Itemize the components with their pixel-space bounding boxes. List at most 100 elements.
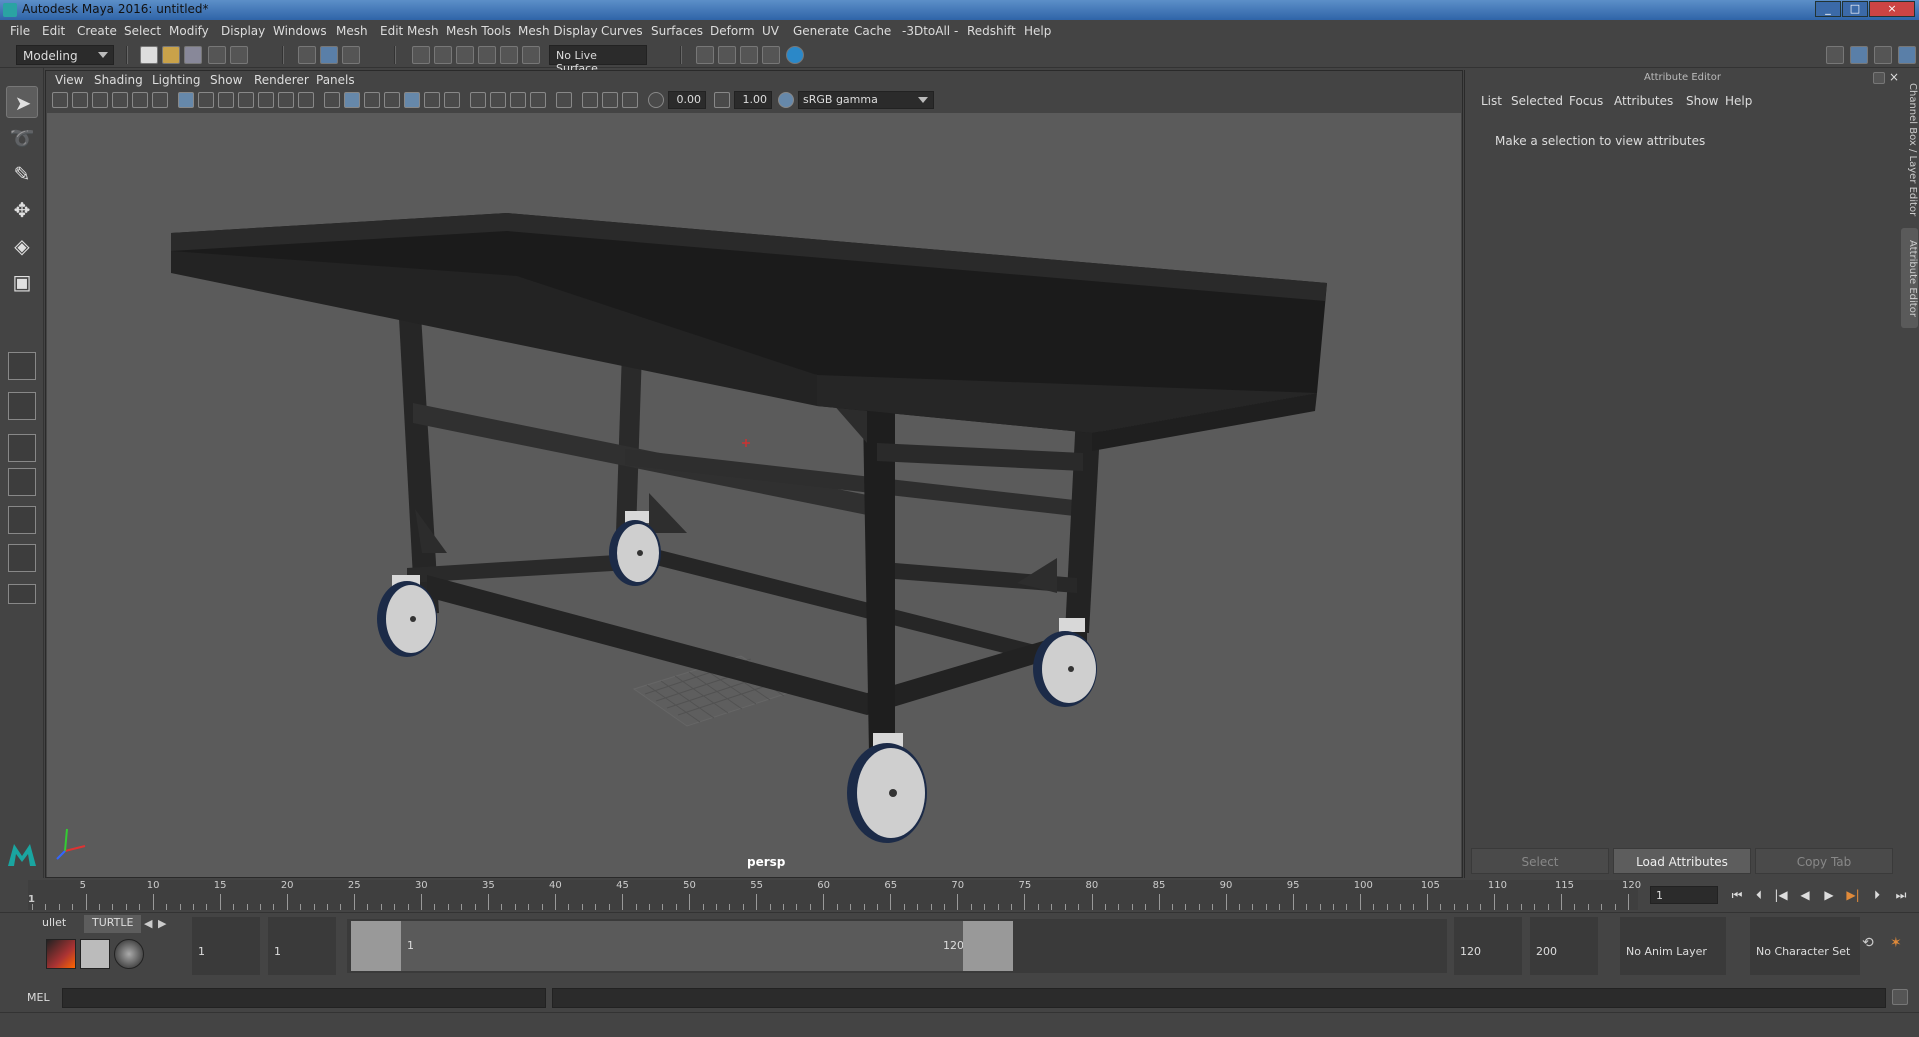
attr-menu-attributes[interactable]: Attributes (1614, 94, 1673, 108)
select-object-icon[interactable] (320, 46, 338, 64)
script-editor-icon[interactable] (1892, 989, 1908, 1005)
playback-end-field[interactable]: 120 (1454, 917, 1522, 975)
menu-display[interactable]: Display (221, 24, 265, 38)
current-frame-marker[interactable]: 1 (28, 894, 35, 905)
bookmark-icon[interactable] (92, 92, 108, 108)
wireframe-icon[interactable] (324, 92, 340, 108)
attr-menu-focus[interactable]: Focus (1569, 94, 1603, 108)
redo-icon[interactable] (230, 46, 248, 64)
color-management-icon[interactable] (778, 92, 794, 108)
step-back-key-icon[interactable]: |◀ (1772, 886, 1790, 904)
render-frame-icon[interactable] (718, 46, 736, 64)
snap-surface-icon[interactable] (500, 46, 518, 64)
menu-windows[interactable]: Windows (273, 24, 327, 38)
xray-active-icon[interactable] (602, 92, 618, 108)
menu-create[interactable]: Create (77, 24, 117, 38)
animation-preferences-icon[interactable]: ✶ (1890, 935, 1902, 951)
menu-help[interactable]: Help (1024, 24, 1051, 38)
range-start-handle[interactable] (351, 921, 401, 971)
safe-title-icon[interactable] (298, 92, 314, 108)
motion-blur-icon[interactable] (490, 92, 506, 108)
attr-menu-help[interactable]: Help (1725, 94, 1752, 108)
turtle-render-icon[interactable] (46, 939, 76, 969)
menu-generate[interactable]: Generate (793, 24, 849, 38)
rotate-tool-button[interactable]: ◈ (6, 230, 38, 262)
copy-tab-button[interactable]: Copy Tab (1755, 848, 1893, 874)
turtle-bake-icon[interactable] (80, 939, 110, 969)
film-gate-icon[interactable] (198, 92, 214, 108)
menu-curves[interactable]: Curves (601, 24, 643, 38)
sidebar-toggle-icon[interactable] (1826, 46, 1844, 64)
gamma-icon[interactable] (714, 92, 730, 108)
go-to-end-icon[interactable]: ⏭ (1892, 886, 1910, 904)
shelf-tab-turtle[interactable]: TURTLE (84, 915, 142, 933)
view-transform-dropdown[interactable]: sRGB gamma (798, 91, 934, 109)
snap-live-icon[interactable] (522, 46, 540, 64)
tab-attribute-editor[interactable]: Attribute Editor (1901, 228, 1918, 328)
time-ruler[interactable]: 5 10 15 20 25 30 35 40 45 50 55 60 65 70 75 80 85 90 95 100… (28, 880, 1641, 910)
playback-start-field[interactable]: 1 (268, 917, 336, 975)
viewport-menu-renderer[interactable]: Renderer (254, 73, 309, 87)
open-scene-icon[interactable] (162, 46, 180, 64)
range-track[interactable]: 1 120 (347, 919, 1447, 973)
shelf-tab-bullet[interactable]: ullet (34, 915, 74, 933)
snap-point-icon[interactable] (456, 46, 474, 64)
menu-3dtoall[interactable]: -3DtoAll - (902, 24, 958, 38)
shadows-icon[interactable] (444, 92, 460, 108)
grease-pencil-icon[interactable] (152, 92, 168, 108)
current-frame-field[interactable]: 1 (1650, 886, 1718, 904)
exposure-icon[interactable] (648, 92, 664, 108)
field-chart-icon[interactable] (258, 92, 274, 108)
new-scene-icon[interactable] (140, 46, 158, 64)
attribute-editor-toggle-icon[interactable] (1850, 46, 1868, 64)
resolution-gate-icon[interactable] (218, 92, 234, 108)
menu-edit[interactable]: Edit (42, 24, 65, 38)
menu-mesh-tools[interactable]: Mesh Tools (446, 24, 511, 38)
load-attributes-button[interactable]: Load Attributes (1613, 848, 1751, 874)
ipr-render-icon[interactable] (740, 46, 758, 64)
snap-grid-icon[interactable] (412, 46, 430, 64)
depth-of-field-icon[interactable] (530, 92, 546, 108)
isolate-select-icon[interactable] (556, 92, 572, 108)
select-camera-icon[interactable] (52, 92, 68, 108)
attr-menu-selected[interactable]: Selected (1511, 94, 1563, 108)
auto-key-icon[interactable]: ⟲ (1862, 935, 1874, 951)
gate-mask-icon[interactable] (238, 92, 254, 108)
character-set-dropdown[interactable]: No Character Set (1750, 917, 1860, 975)
smooth-shade-icon[interactable] (344, 92, 360, 108)
select-tool-button[interactable]: ➤ (6, 86, 38, 118)
menu-mesh[interactable]: Mesh (336, 24, 368, 38)
screen-space-ao-icon[interactable] (470, 92, 486, 108)
minimize-button[interactable]: _ (1815, 1, 1841, 17)
safe-action-icon[interactable] (278, 92, 294, 108)
save-scene-icon[interactable] (184, 46, 202, 64)
persp-graph-layout-button[interactable] (8, 544, 36, 572)
four-pane-layout-button[interactable] (8, 392, 36, 420)
snap-curve-icon[interactable] (434, 46, 452, 64)
3d-viewport[interactable]: persp (47, 113, 1461, 877)
single-pane-layout-button[interactable] (8, 352, 36, 380)
two-pane-horizontal-layout-button[interactable] (8, 468, 36, 496)
viewport-menu-panels[interactable]: Panels (316, 73, 355, 87)
maximize-button[interactable]: □ (1842, 1, 1868, 17)
outliner-persp-layout-button[interactable] (8, 506, 36, 534)
menu-mesh-display[interactable]: Mesh Display (518, 24, 598, 38)
anti-aliasing-icon[interactable] (510, 92, 526, 108)
tool-settings-toggle-icon[interactable] (1874, 46, 1892, 64)
textured-icon[interactable] (404, 92, 420, 108)
snap-view-plane-icon[interactable] (478, 46, 496, 64)
menu-file[interactable]: File (10, 24, 30, 38)
select-hierarchy-icon[interactable] (298, 46, 316, 64)
select-component-icon[interactable] (342, 46, 360, 64)
menu-deform[interactable]: Deform (710, 24, 755, 38)
hypershade-icon[interactable] (786, 46, 804, 64)
wireframe-on-shaded-icon[interactable] (384, 92, 400, 108)
use-default-material-icon[interactable] (364, 92, 380, 108)
select-button[interactable]: Select (1471, 848, 1609, 874)
viewport-menu-shading[interactable]: Shading (94, 73, 143, 87)
float-panel-icon[interactable] (1873, 72, 1885, 84)
shelf-scroll-right-icon[interactable]: ▶ (158, 917, 166, 930)
channel-box-toggle-icon[interactable] (1898, 46, 1916, 64)
command-input[interactable] (62, 988, 546, 1008)
shelf-scroll-left-icon[interactable]: ◀ (144, 917, 152, 930)
